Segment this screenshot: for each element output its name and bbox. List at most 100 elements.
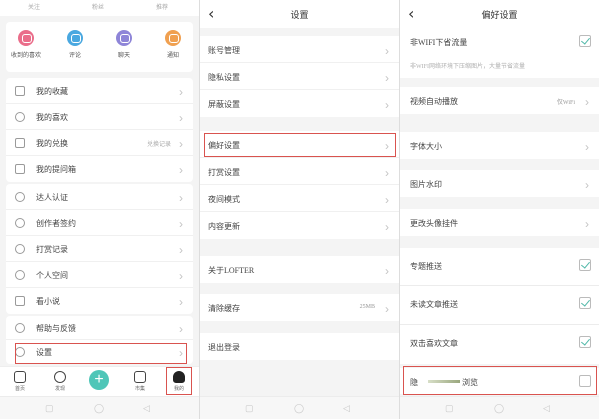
nav-publish-button[interactable]: +: [89, 370, 109, 390]
autoplay-value: 仅WiFi: [556, 100, 575, 106]
pref-group-video: 视频自动播放 仅WiFi ›: [400, 87, 599, 114]
comment-icon: [67, 30, 83, 46]
help-icon: [15, 323, 25, 333]
preferences-title-bar: ‹ 偏好设置: [400, 0, 599, 28]
settings-title-bar: ‹ 设置: [200, 0, 399, 28]
recent-apps-icon[interactable]: ▢: [45, 403, 54, 414]
home-button-icon[interactable]: ◯: [294, 403, 304, 414]
quick-action-label: 收到的喜欢: [10, 53, 41, 59]
menu-item-help[interactable]: 帮助与反馈 ›: [6, 316, 193, 340]
pref-item-wifi-saver[interactable]: 非WIFI下省流量: [400, 28, 599, 55]
menu-item-novel[interactable]: 看小说 ›: [6, 288, 193, 314]
chevron-right-icon: ›: [585, 140, 589, 154]
home-icon: [14, 371, 26, 383]
exchange-note: 兑换记录: [146, 142, 171, 148]
settings-group-account: 账号管理 › 隐私设置 › 屏蔽设置 ›: [200, 36, 399, 117]
menu-item-certification[interactable]: 达人认证 ›: [6, 184, 193, 210]
menu-item-label: 我的兑换: [36, 139, 68, 148]
me-panel: 关注 粉丝 推荐 收到的喜欢 评论 聊天 通知 我的收藏 › 我的喜欢 › 我的…: [0, 0, 199, 419]
pref-item-video-autoplay[interactable]: 视频自动播放 仅WiFi ›: [400, 87, 599, 114]
unread-push-checkbox[interactable]: [579, 297, 591, 309]
settings-item-reward[interactable]: 打赏设置 ›: [200, 158, 399, 185]
home-button-icon[interactable]: ◯: [94, 403, 104, 414]
chevron-right-icon: ›: [385, 71, 389, 85]
pref-item-label: 专题推送: [410, 262, 442, 271]
chevron-right-icon: ›: [585, 178, 589, 192]
android-nav-bar: ▢ ◯ ◁: [400, 396, 599, 419]
menu-item-favorites[interactable]: 我的收藏 ›: [6, 78, 193, 104]
menu-group-1: 我的收藏 › 我的喜欢 › 我的兑换 兑换记录 › 我的提问箱 ›: [6, 78, 193, 182]
chevron-right-icon: ›: [179, 243, 183, 257]
pref-item-watermark[interactable]: 图片水印 ›: [400, 170, 599, 197]
nav-label: 首页: [14, 387, 25, 392]
chevron-right-icon: ›: [385, 193, 389, 207]
settings-item-block[interactable]: 屏蔽设置 ›: [200, 90, 399, 117]
me-tab-highlight: [166, 367, 192, 395]
quick-action-chat[interactable]: 聊天: [104, 30, 144, 59]
reward-icon: [15, 244, 25, 254]
menu-item-label: 达人认证: [36, 193, 68, 202]
chevron-right-icon: ›: [585, 95, 589, 109]
chevron-right-icon: ›: [585, 217, 589, 231]
chevron-right-icon: ›: [385, 98, 389, 112]
nav-home[interactable]: 首页: [5, 369, 35, 392]
pref-item-font-size[interactable]: 字体大小 ›: [400, 132, 599, 159]
quick-action-comments[interactable]: 评论: [55, 30, 95, 59]
settings-item-clear-cache[interactable]: 清除缓存 25MB ›: [200, 294, 399, 321]
nav-label: 市集: [134, 387, 145, 392]
settings-item-night-mode[interactable]: 夜间模式 ›: [200, 185, 399, 212]
settings-item-logout[interactable]: 退出登录: [200, 333, 399, 360]
menu-item-exchange[interactable]: 我的兑换 兑换记录 ›: [6, 130, 193, 156]
wifi-saver-checkbox[interactable]: [579, 35, 591, 47]
person-icon: [15, 270, 25, 280]
pref-item-topic-push[interactable]: 专题推送: [400, 248, 599, 286]
pref-item-double-tap-like[interactable]: 双击喜欢文章: [400, 325, 599, 364]
menu-item-creator-sign[interactable]: 创作者签约 ›: [6, 210, 193, 236]
cache-size: 25MB: [359, 304, 375, 310]
chevron-right-icon: ›: [179, 163, 183, 177]
chevron-right-icon: ›: [385, 302, 389, 316]
stat-following[interactable]: 关注: [28, 2, 40, 11]
pref-item-label: 更改头像挂件: [410, 219, 458, 228]
nav-discover[interactable]: 发现: [45, 369, 75, 392]
heart-icon: [18, 30, 34, 46]
home-button-icon[interactable]: ◯: [494, 403, 504, 414]
quick-action-notify[interactable]: 通知: [153, 30, 193, 59]
pref-item-label: 非WIFI下省流量: [410, 38, 468, 47]
quick-action-likes[interactable]: 收到的喜欢: [6, 30, 46, 59]
pref-item-label: 双击喜欢文章: [410, 339, 458, 348]
settings-item-content-update[interactable]: 内容更新 ›: [200, 212, 399, 239]
pref-group-wifi: 非WIFI下省流量 非WIFI网络环境下压缩图片，大量节省流量: [400, 28, 599, 78]
shop-icon: [134, 371, 146, 383]
nav-shop[interactable]: 市集: [125, 369, 155, 392]
pref-group-avatar: 更改头像挂件 ›: [400, 209, 599, 236]
stat-recommend[interactable]: 推荐: [156, 2, 168, 11]
settings-item-label: 账号管理: [208, 46, 240, 55]
menu-item-label: 我的提问箱: [36, 165, 76, 174]
settings-item-label: 夜间模式: [208, 195, 240, 204]
back-nav-icon[interactable]: ◁: [143, 403, 150, 414]
settings-item-about[interactable]: 关于LOFTER ›: [200, 256, 399, 283]
recent-apps-icon[interactable]: ▢: [445, 403, 454, 414]
chevron-right-icon: ›: [179, 217, 183, 231]
back-nav-icon[interactable]: ◁: [343, 403, 350, 414]
sign-icon: [15, 218, 25, 228]
back-nav-icon[interactable]: ◁: [543, 403, 550, 414]
settings-item-account[interactable]: 账号管理 ›: [200, 36, 399, 63]
pref-item-avatar-pendant[interactable]: 更改头像挂件 ›: [400, 209, 599, 236]
stat-fans[interactable]: 粉丝: [92, 2, 104, 11]
topic-push-checkbox[interactable]: [579, 259, 591, 271]
recent-apps-icon[interactable]: ▢: [245, 403, 254, 414]
quick-action-label: 聊天: [117, 53, 130, 59]
coupon-icon: [15, 138, 25, 148]
page-title: 设置: [290, 10, 309, 20]
settings-item-privacy[interactable]: 隐私设置 ›: [200, 63, 399, 90]
pref-item-unread-push[interactable]: 未读文章推送: [400, 286, 599, 325]
menu-item-likes[interactable]: 我的喜欢 ›: [6, 104, 193, 130]
menu-item-reward-records[interactable]: 打赏记录 ›: [6, 236, 193, 262]
chevron-right-icon: ›: [179, 322, 183, 336]
menu-item-personal-space[interactable]: 个人空间 ›: [6, 262, 193, 288]
double-tap-like-checkbox[interactable]: [579, 336, 591, 348]
menu-item-question-box[interactable]: 我的提问箱 ›: [6, 156, 193, 182]
settings-item-label: 屏蔽设置: [208, 100, 240, 109]
